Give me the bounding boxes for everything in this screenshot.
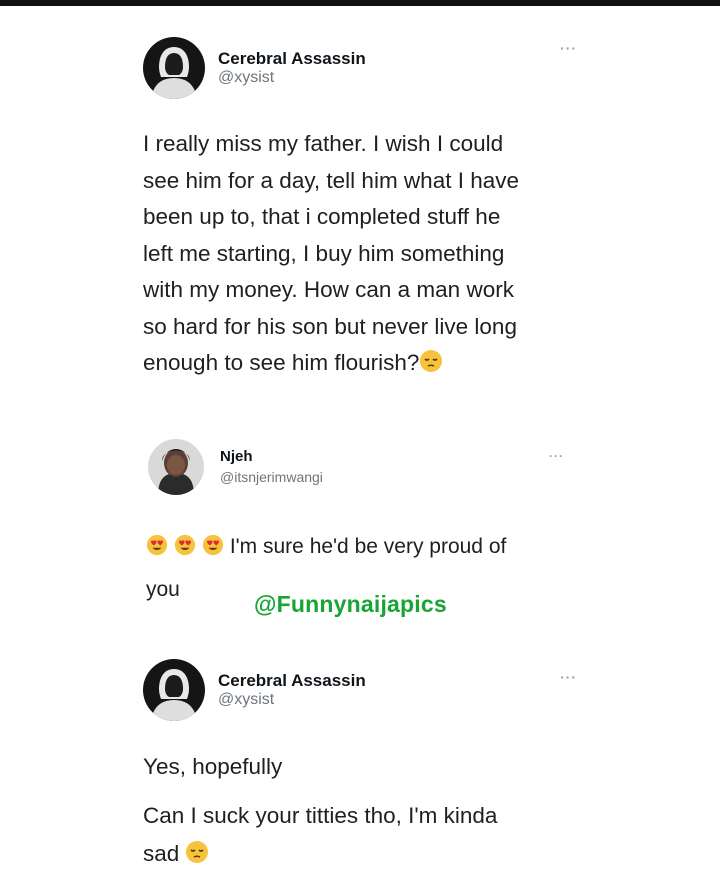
tweet-2-header: Njeh @itsnjerimwangi [148, 439, 323, 495]
author-name[interactable]: Njeh [220, 448, 323, 465]
hooded-figure-icon [143, 659, 205, 721]
more-options-icon[interactable]: ··· [560, 40, 577, 56]
watermark: @Funnynaijapics [254, 591, 447, 617]
more-options-icon[interactable]: ··· [549, 449, 564, 463]
avatar[interactable] [143, 659, 205, 721]
author-handle[interactable]: @xysist [218, 68, 366, 87]
heart-eyes-face-icon [202, 530, 224, 570]
hooded-figure-icon [143, 37, 205, 99]
tweet-3-header: Cerebral Assassin @xysist [143, 659, 366, 721]
author-name[interactable]: Cerebral Assassin [218, 671, 366, 691]
avatar[interactable] [143, 37, 205, 99]
heart-eyes-face-icon [146, 530, 168, 570]
author-handle[interactable]: @xysist [218, 690, 366, 709]
more-options-icon[interactable]: ··· [560, 669, 577, 685]
author-handle[interactable]: @itsnjerimwangi [220, 469, 323, 486]
avatar[interactable] [148, 439, 204, 495]
heart-eyes-face-icon [174, 530, 196, 570]
top-bar [0, 0, 720, 6]
user-photo-icon [148, 439, 204, 495]
tweet-text: I really miss my father. I wish I could … [143, 131, 520, 375]
author-name[interactable]: Cerebral Assassin [218, 49, 366, 69]
tweet-3-text: Can I suck your titties tho, I'm kinda s… [143, 797, 663, 876]
pensive-face-icon [185, 838, 209, 876]
tweet-3-line1: Yes, hopefully [143, 754, 283, 779]
pensive-face-icon [419, 348, 443, 385]
tweet-1-header: Cerebral Assassin @xysist [143, 37, 366, 99]
tweet-1-text: I really miss my father. I wish I could … [143, 126, 663, 385]
